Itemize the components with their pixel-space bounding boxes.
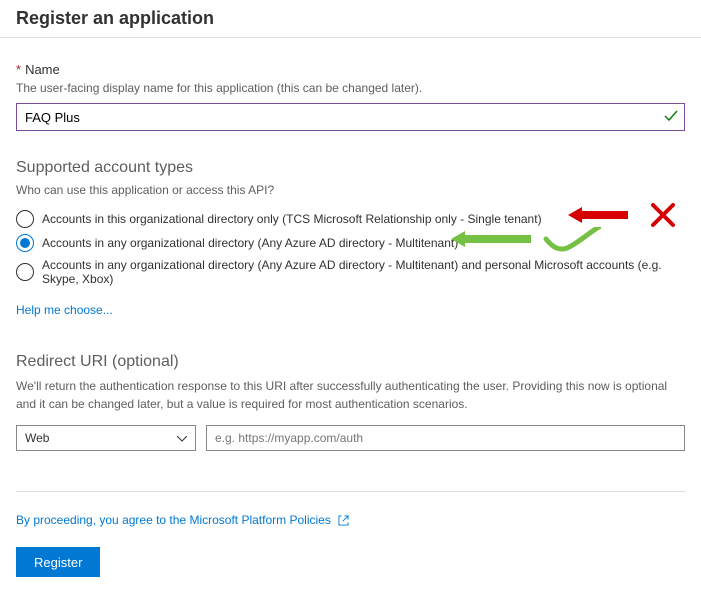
redirect-type-select[interactable]: Web <box>16 425 196 451</box>
radio-single-tenant[interactable]: Accounts in this organizational director… <box>16 207 685 231</box>
account-types-header: Supported account types <box>16 159 685 177</box>
radio-label: Accounts in this organizational director… <box>42 212 542 226</box>
radio-icon <box>16 234 34 252</box>
page-title: Register an application <box>16 8 685 29</box>
radio-icon <box>16 263 34 281</box>
divider <box>0 37 701 38</box>
name-label: *Name <box>16 62 685 77</box>
radio-label: Accounts in any organizational directory… <box>42 236 458 250</box>
chevron-down-icon <box>177 431 187 445</box>
register-button[interactable]: Register <box>16 547 100 577</box>
help-me-choose-link[interactable]: Help me choose... <box>16 303 113 317</box>
redirect-uri-header: Redirect URI (optional) <box>16 353 685 371</box>
account-types-radio-group: Accounts in this organizational director… <box>16 207 685 289</box>
name-input[interactable] <box>16 103 685 131</box>
name-hint: The user-facing display name for this ap… <box>16 81 685 95</box>
radio-multitenant[interactable]: Accounts in any organizational directory… <box>16 231 685 255</box>
radio-icon <box>16 210 34 228</box>
radio-multitenant-personal[interactable]: Accounts in any organizational directory… <box>16 255 685 289</box>
redirect-type-value: Web <box>25 431 49 445</box>
account-types-hint: Who can use this application or access t… <box>16 183 685 197</box>
radio-label: Accounts in any organizational directory… <box>42 258 685 286</box>
platform-policies-link[interactable]: By proceeding, you agree to the Microsof… <box>16 513 349 527</box>
redirect-uri-input[interactable] <box>206 425 685 451</box>
redirect-uri-desc: We'll return the authentication response… <box>16 377 685 413</box>
external-link-icon <box>338 515 349 526</box>
valid-check-icon <box>663 108 679 129</box>
